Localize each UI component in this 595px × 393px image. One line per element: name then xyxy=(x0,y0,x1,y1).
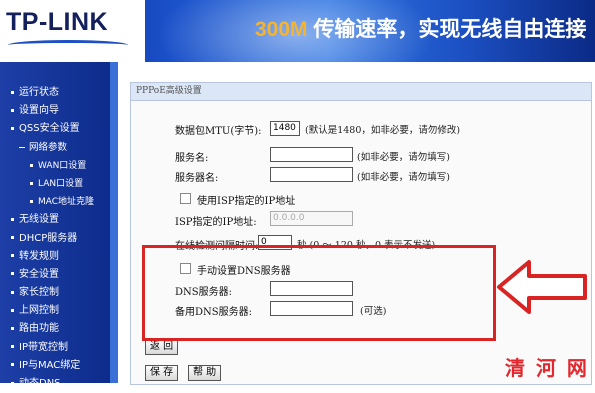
sidebar-item[interactable]: 无线设置 xyxy=(0,211,110,229)
bullet-icon xyxy=(11,290,14,294)
sidebar-item-label: 安全设置 xyxy=(19,268,59,280)
isp-ip-checkbox[interactable] xyxy=(180,193,191,204)
bullet-icon xyxy=(11,217,14,221)
bullet-icon xyxy=(11,272,14,276)
bullet-icon xyxy=(11,345,14,349)
back-button[interactable]: 返 回 xyxy=(145,339,179,355)
sidebar-item-label: 家长控制 xyxy=(19,287,59,299)
sidebar-item[interactable]: 网络参数 xyxy=(0,139,110,157)
sidebar-item[interactable]: 转发规则 xyxy=(0,248,110,266)
sidebar-item-label: WAN口设置 xyxy=(38,160,87,171)
sidebar-item-label: 动态DNS xyxy=(19,378,61,389)
sidebar-item[interactable]: LAN口设置 xyxy=(0,175,110,193)
sidebar-item-label: 转发规则 xyxy=(19,250,59,262)
dns-highlight-box xyxy=(142,245,496,341)
sidebar-item[interactable]: IP与MAC绑定 xyxy=(0,357,110,375)
sidebar-item-label: 运行状态 xyxy=(19,87,59,98)
service-name-label: 服务名: xyxy=(175,153,209,164)
mtu-hint: (默认是1480，如非必要，请勿修改) xyxy=(305,125,461,136)
service-name-hint: (如非必要，请勿填写) xyxy=(357,152,450,163)
sidebar-item[interactable]: DHCP服务器 xyxy=(0,230,110,248)
bullet-icon xyxy=(30,200,33,204)
sidebar-item-label: 无线设置 xyxy=(19,214,59,226)
bullet-icon xyxy=(11,126,14,130)
panel-title: PPPoE高级设置 xyxy=(131,83,591,101)
server-name-label: 服务器名: xyxy=(175,173,219,184)
sidebar: 运行状态设置向导 QSS安全设置 网络参数 WAN口设置 LAN口设置 MAC地址克隆无线… xyxy=(0,62,118,389)
sidebar-stripe xyxy=(110,62,118,383)
isp-ip-label: ISP指定的IP地址: xyxy=(175,217,257,228)
sidebar-item-label: DHCP服务器 xyxy=(19,232,78,244)
mtu-input[interactable]: 1480 xyxy=(270,121,300,136)
bullet-icon xyxy=(30,163,33,167)
slogan-speed: 300M xyxy=(255,18,308,41)
sidebar-item[interactable]: 设置向导 xyxy=(0,102,110,120)
sidebar-item-label: MAC地址克隆 xyxy=(38,197,95,208)
sidebar-item[interactable]: IP带宽控制 xyxy=(0,339,110,357)
service-name-input[interactable] xyxy=(270,147,353,162)
bullet-icon xyxy=(11,381,14,385)
mtu-label: 数据包MTU(字节): xyxy=(175,126,262,137)
sidebar-item-label: 上网控制 xyxy=(19,305,59,317)
sidebar-item-label: QSS安全设置 xyxy=(19,123,80,135)
isp-ip-input[interactable]: 0.0.0.0 xyxy=(270,211,353,226)
bullet-icon xyxy=(11,236,14,239)
sidebar-item[interactable]: 运行状态 xyxy=(0,84,110,102)
bullet-icon xyxy=(11,90,14,94)
sidebar-item-label: 路由功能 xyxy=(19,323,59,335)
server-name-input[interactable] xyxy=(270,167,353,182)
slogan: 300M 传输速率，实现无线自由连接 xyxy=(255,13,586,43)
bullet-icon xyxy=(11,254,14,258)
server-name-hint: (如非必要，请勿填写) xyxy=(357,172,450,183)
save-button[interactable]: 保 存 xyxy=(145,365,179,381)
sidebar-item-label: IP带宽控制 xyxy=(19,341,68,353)
sidebar-item[interactable]: 家长控制 xyxy=(0,284,110,302)
sidebar-item[interactable]: WAN口设置 xyxy=(0,157,110,175)
logo: TP-LINK xyxy=(0,0,145,62)
sidebar-item[interactable]: 安全设置 xyxy=(0,266,110,284)
sidebar-item[interactable]: 动态DNS xyxy=(0,375,110,393)
sidebar-item[interactable]: QSS安全设置 xyxy=(0,120,110,138)
sidebar-item-label: 设置向导 xyxy=(19,105,59,117)
sidebar-item-label: IP与MAC绑定 xyxy=(19,359,81,371)
header-banner: TP-LINK 300M 传输速率，实现无线自由连接 xyxy=(0,0,595,62)
left-arrow-icon xyxy=(497,260,587,314)
slogan-text: 传输速率，实现无线自由连接 xyxy=(307,18,587,41)
sidebar-menu: 运行状态设置向导 QSS安全设置 网络参数 WAN口设置 LAN口设置 MAC地址克隆无线… xyxy=(0,84,110,393)
isp-ip-checkbox-label: 使用ISP指定的IP地址 xyxy=(197,196,296,207)
sidebar-item[interactable]: 上网控制 xyxy=(0,302,110,320)
sidebar-item-label: LAN口设置 xyxy=(38,178,84,189)
logo-text: TP-LINK xyxy=(6,8,109,36)
sidebar-item-label: 网络参数 xyxy=(29,141,68,153)
bullet-icon xyxy=(11,308,14,312)
bullet-icon xyxy=(11,363,14,367)
sidebar-item[interactable]: MAC地址克隆 xyxy=(0,193,110,211)
help-button[interactable]: 帮 助 xyxy=(188,365,222,381)
watermark: 清 河 网 xyxy=(505,356,589,380)
bullet-icon xyxy=(11,108,14,112)
logo-swoosh-icon xyxy=(8,40,128,50)
bullet-icon xyxy=(11,326,14,330)
sidebar-item[interactable]: 路由功能 xyxy=(0,320,110,338)
bullet-icon xyxy=(30,181,33,185)
dash-icon xyxy=(19,146,25,148)
